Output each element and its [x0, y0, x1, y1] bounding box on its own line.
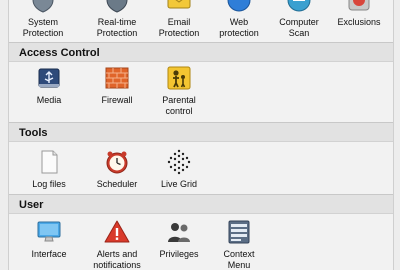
email-protection-item[interactable]: Email Protection [147, 0, 211, 39]
item-label: Alerts and notifications [93, 249, 141, 270]
scheduler-item[interactable]: Scheduler [85, 148, 149, 190]
globe-icon [227, 0, 251, 12]
item-label: Email Protection [158, 17, 200, 38]
user-section: User Interface Alerts and notifications [9, 194, 393, 270]
interface-item[interactable]: Interface [17, 218, 81, 260]
item-label: Firewall [101, 95, 133, 105]
privileges-item[interactable]: Privileges [147, 218, 211, 260]
exclusions-icon [348, 0, 370, 11]
shield-realtime-icon [106, 0, 128, 13]
live-grid-item[interactable]: Live Grid [147, 148, 211, 190]
document-icon [41, 150, 58, 174]
item-label: Privileges [159, 249, 199, 259]
firewall-item[interactable]: Firewall [85, 64, 149, 106]
exclusions-item[interactable]: Exclusions [327, 0, 391, 28]
scan-icon [287, 0, 311, 12]
item-label: Interface [31, 249, 67, 259]
item-label: Media [36, 95, 62, 105]
system-protection-item[interactable]: System Protection [11, 0, 75, 39]
section-title: User [9, 194, 393, 214]
shield-icon [32, 0, 54, 13]
users-icon [168, 223, 190, 242]
live-grid-icon [167, 149, 191, 175]
computer-scan-item[interactable]: Computer Scan [267, 0, 331, 39]
tools-section: Tools Log files Scheduler Live Grid [9, 122, 393, 194]
monitor-icon [37, 221, 61, 242]
alerts-notifications-item[interactable]: Alerts and notifications [85, 218, 149, 270]
context-menu-item[interactable]: Context Menu [207, 218, 271, 270]
log-files-item[interactable]: Log files [17, 148, 81, 190]
item-label: Log files [32, 179, 66, 189]
item-label: Parental control [162, 95, 196, 116]
web-protection-item[interactable]: Web protection [207, 0, 271, 39]
context-menu-icon [228, 220, 250, 244]
firewall-brick-icon [105, 67, 129, 89]
parental-control-item[interactable]: Parental control [147, 64, 211, 117]
preferences-window: System Protection Real-time Protection E… [8, 0, 394, 270]
warning-icon [104, 220, 130, 243]
alarm-clock-icon [106, 151, 128, 174]
item-label: Context Menu [223, 249, 255, 270]
item-label: System Protection [22, 17, 64, 38]
item-label: Exclusions [337, 17, 381, 27]
section-title: Access Control [9, 42, 393, 62]
protection-section: System Protection Real-time Protection E… [9, 0, 393, 42]
item-label: Web protection [219, 17, 259, 38]
realtime-protection-item[interactable]: Real-time Protection [85, 0, 149, 39]
item-label: Live Grid [160, 179, 197, 189]
parental-control-icon [167, 66, 191, 90]
usb-media-icon [38, 68, 60, 88]
media-item[interactable]: Media [17, 64, 81, 106]
item-label: Real-time Protection [96, 17, 138, 38]
item-label: Scheduler [96, 179, 138, 189]
access-control-section: Access Control Media Firewall Parental c… [9, 42, 393, 122]
email-icon [167, 0, 191, 9]
item-label: Computer Scan [279, 17, 319, 38]
section-title: Tools [9, 122, 393, 142]
